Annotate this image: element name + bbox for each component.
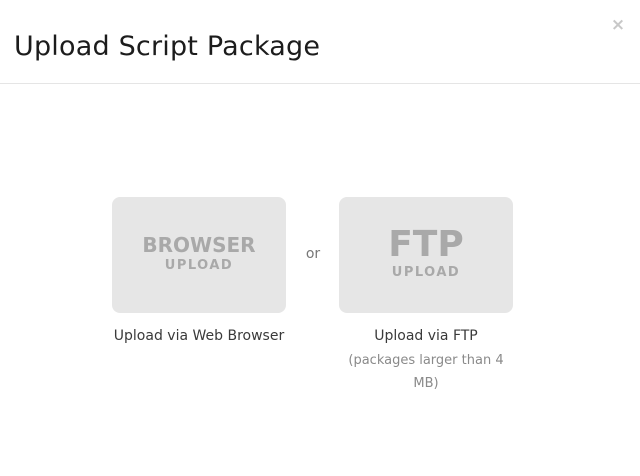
or-separator: or — [305, 246, 321, 262]
browser-upload-caption: Upload via Web Browser — [113, 328, 285, 344]
browser-upload-button[interactable]: BROWSER UPLOAD — [112, 197, 286, 313]
browser-upload-tile-subtitle: UPLOAD — [164, 258, 234, 273]
upload-script-package-dialog: Upload Script Package × BROWSER UPLOAD o… — [0, 0, 640, 476]
ftp-upload-note-line-1: (packages larger than 4 — [348, 353, 504, 368]
browser-upload-tile-title: BROWSER — [142, 233, 256, 257]
ftp-upload-caption: Upload via FTP — [374, 328, 478, 344]
ftp-upload-tile-title: FTP — [388, 224, 464, 265]
dialog-title: Upload Script Package — [14, 31, 321, 62]
ftp-upload-tile-subtitle: UPLOAD — [391, 265, 461, 280]
dialog-header: Upload Script Package — [0, 0, 640, 84]
ftp-upload-note: (packages larger than 4 MB) — [339, 349, 513, 395]
ftp-upload-button[interactable]: FTP UPLOAD — [339, 197, 513, 313]
ftp-upload-note-line-2: MB) — [413, 376, 439, 391]
close-icon[interactable]: × — [608, 14, 628, 36]
